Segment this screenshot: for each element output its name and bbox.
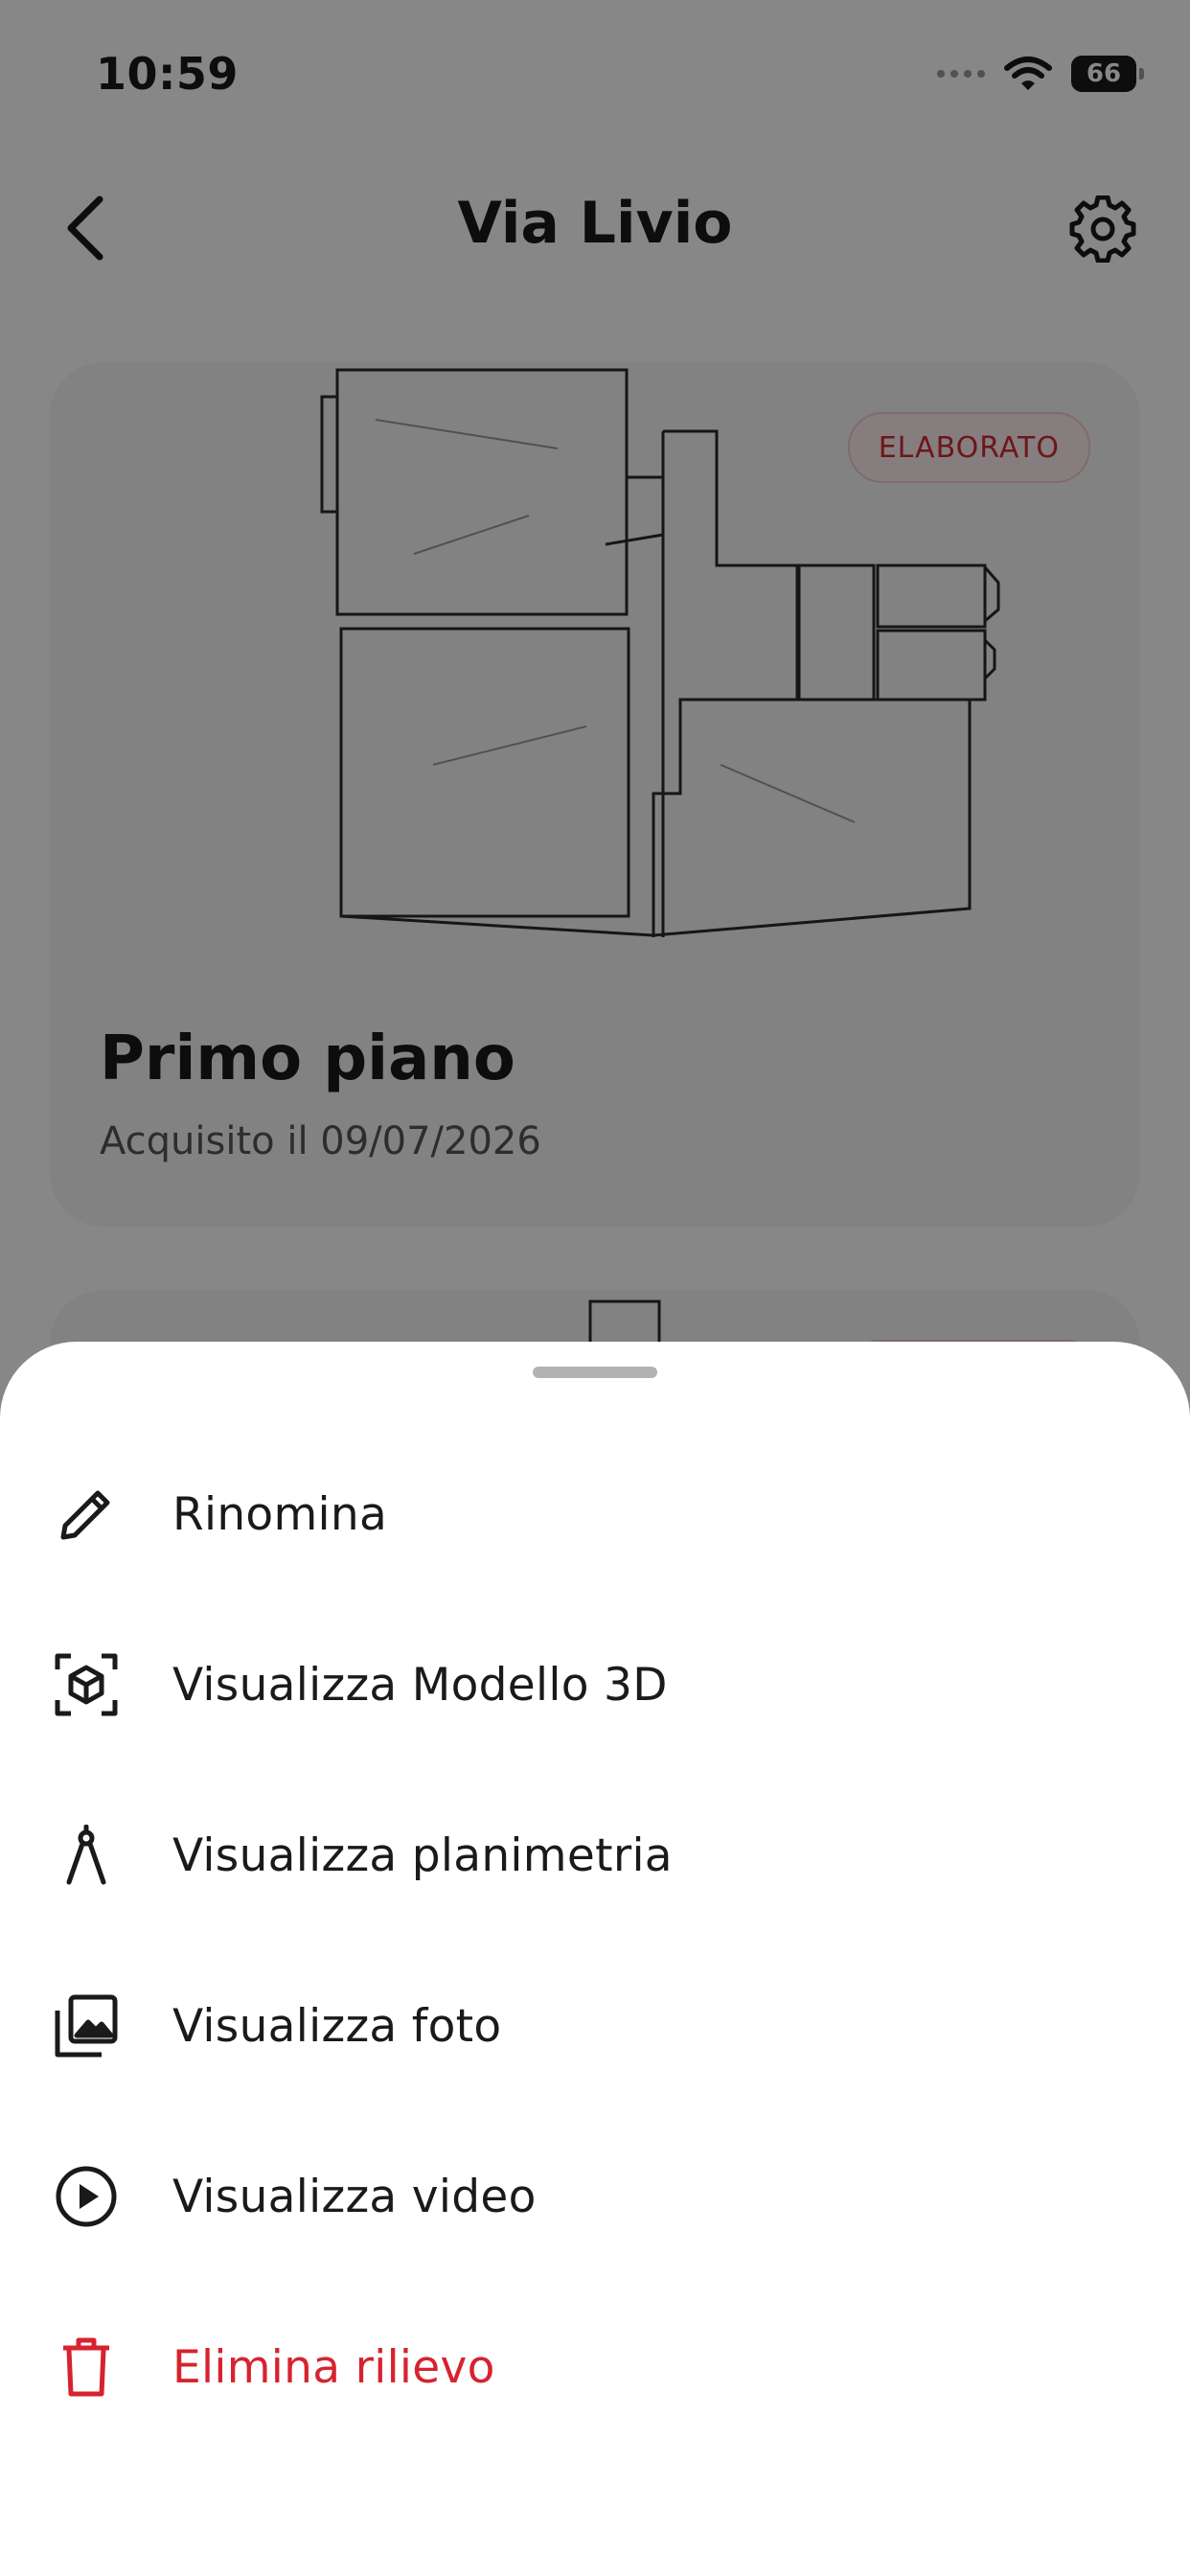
delete-survey-action[interactable]: Elimina rilievo (0, 2305, 1190, 2429)
view-photos-label: Visualizza foto (172, 1999, 502, 2053)
delete-survey-label: Elimina rilievo (172, 2340, 495, 2394)
view-video-action[interactable]: Visualizza video (0, 2134, 1190, 2259)
cube-scan-icon (50, 1648, 123, 1721)
play-circle-icon (50, 2160, 123, 2233)
compass-icon (50, 1819, 123, 1892)
view-3d-model-action[interactable]: Visualizza Modello 3D (0, 1622, 1190, 1747)
rename-label: Rinomina (172, 1487, 388, 1541)
rename-action[interactable]: Rinomina (0, 1452, 1190, 1576)
view-3d-model-label: Visualizza Modello 3D (172, 1658, 668, 1712)
screen: 10:59 66 Via Livio ELABORATO Primo piano… (0, 0, 1190, 2576)
view-photos-action[interactable]: Visualizza foto (0, 1964, 1190, 2088)
photo-library-icon (50, 1990, 123, 2062)
actions-bottom-sheet: Rinomina Visualizza Modello 3D Visualizz… (0, 1342, 1190, 2576)
view-video-label: Visualizza video (172, 2170, 537, 2223)
view-floorplan-action[interactable]: Visualizza planimetria (0, 1793, 1190, 1918)
pencil-icon (50, 1478, 123, 1551)
trash-icon (50, 2331, 123, 2404)
sheet-drag-handle[interactable] (533, 1367, 657, 1378)
view-floorplan-label: Visualizza planimetria (172, 1828, 673, 1882)
